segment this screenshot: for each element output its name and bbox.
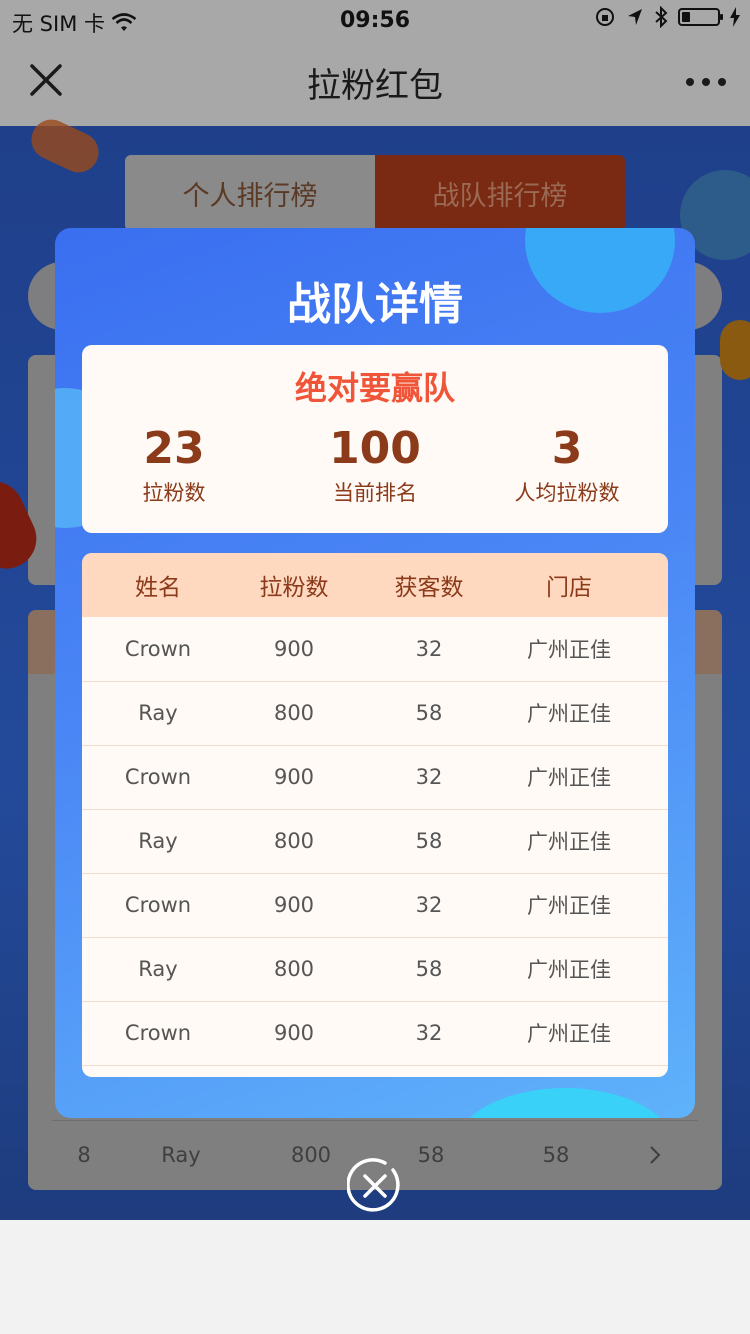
cell-fans: 800 bbox=[273, 829, 315, 853]
cell-customers: 32 bbox=[415, 893, 443, 917]
tab-team-ranking[interactable]: 战队排行榜 bbox=[375, 155, 625, 231]
stat-label: 人均拉粉数 bbox=[514, 481, 620, 505]
row-value: 58 bbox=[542, 1143, 570, 1167]
cell-customers: 32 bbox=[415, 637, 443, 661]
cell-name: Ray bbox=[138, 829, 178, 853]
nav-bar: 拉粉红包 bbox=[0, 40, 750, 126]
cell-store: 广州正佳 bbox=[527, 958, 611, 982]
cell-customers: 58 bbox=[415, 829, 443, 853]
cell-store: 广州正佳 bbox=[527, 894, 611, 918]
row-name: Ray bbox=[161, 1143, 201, 1167]
stat-rank: 100 当前排名 bbox=[285, 423, 465, 507]
cell-store: 广州正佳 bbox=[527, 638, 611, 662]
location-icon bbox=[628, 9, 642, 25]
stat-value: 100 bbox=[329, 423, 421, 474]
table-header: 姓名 拉粉数 获客数 门店 bbox=[82, 553, 668, 617]
team-name: 绝对要赢队 bbox=[294, 369, 455, 407]
column-header-fans: 拉粉数 bbox=[259, 575, 329, 601]
decorative-shape bbox=[720, 320, 750, 380]
cell-customers: 58 bbox=[415, 701, 443, 725]
cell-fans: 900 bbox=[273, 893, 315, 917]
stat-label: 拉粉数 bbox=[142, 481, 206, 505]
stat-label: 当前排名 bbox=[333, 481, 417, 505]
cell-fans: 900 bbox=[273, 637, 315, 661]
team-summary-card: 绝对要赢队 23 拉粉数 100 当前排名 3 人均拉粉数 bbox=[82, 345, 668, 533]
status-bar: 无 SIM 卡 09:56 bbox=[0, 0, 750, 40]
member-table: 姓名 拉粉数 获客数 门店 Crown 900 32 广州正佳 Ray 800 58 广州正佳… bbox=[82, 553, 668, 1077]
cell-customers: 32 bbox=[415, 1021, 443, 1045]
team-detail-modal: 战队详情 绝对要赢队 23 拉粉数 100 当前排名 3 人均拉粉数 姓名 拉粉… bbox=[55, 228, 695, 1118]
tab-personal-ranking[interactable]: 个人排行榜 bbox=[125, 155, 375, 231]
column-header-store: 门店 bbox=[546, 575, 592, 601]
cell-fans: 800 bbox=[273, 701, 315, 725]
charging-icon bbox=[730, 7, 740, 27]
cell-name: Crown bbox=[124, 637, 192, 661]
cell-fans: 900 bbox=[273, 1021, 315, 1045]
cell-customers: 58 bbox=[415, 957, 443, 981]
table-row: Crown 900 32 广州正佳 bbox=[82, 617, 668, 682]
cell-name: Crown bbox=[124, 1021, 192, 1045]
cell-store: 广州正佳 bbox=[527, 766, 611, 790]
column-header-customers: 获客数 bbox=[394, 575, 464, 601]
cell-name: Ray bbox=[138, 701, 178, 725]
stat-average: 3 人均拉粉数 bbox=[477, 423, 657, 507]
cell-store: 广州正佳 bbox=[527, 702, 611, 726]
table-row: Ray 800 58 广州正佳 bbox=[82, 681, 668, 746]
page-title: 拉粉红包 bbox=[307, 66, 443, 106]
stat-value: 3 bbox=[551, 423, 583, 474]
cell-name: Crown bbox=[124, 765, 192, 789]
page-bottom-area bbox=[0, 1220, 750, 1334]
cell-customers: 32 bbox=[415, 765, 443, 789]
cell-name: Ray bbox=[138, 957, 178, 981]
table-row: Crown 900 32 广州正佳 bbox=[82, 1001, 668, 1066]
decorative-bubble bbox=[455, 1088, 675, 1118]
table-row: Ray 800 58 广州正佳 bbox=[82, 809, 668, 874]
chevron-right-icon[interactable] bbox=[648, 1144, 662, 1166]
stat-fans: 23 拉粉数 bbox=[84, 423, 264, 507]
row-rank: 8 bbox=[77, 1143, 91, 1167]
more-icon[interactable] bbox=[686, 78, 726, 86]
close-circle-icon[interactable] bbox=[347, 1158, 403, 1214]
cell-store: 广州正佳 bbox=[527, 830, 611, 854]
cell-fans: 900 bbox=[273, 765, 315, 789]
table-row: Crown 900 32 广州正佳 bbox=[82, 745, 668, 810]
bluetooth-icon bbox=[655, 6, 668, 28]
cell-store: 广州正佳 bbox=[527, 1022, 611, 1046]
modal-title: 战队详情 bbox=[287, 279, 463, 330]
table-row: Crown 900 32 广州正佳 bbox=[82, 873, 668, 938]
ranking-tabs: 个人排行榜 战队排行榜 bbox=[125, 155, 625, 231]
cell-name: Crown bbox=[124, 893, 192, 917]
battery-icon bbox=[678, 8, 723, 26]
column-header-name: 姓名 bbox=[135, 575, 181, 601]
status-right bbox=[594, 6, 740, 28]
orientation-lock-icon bbox=[596, 8, 614, 26]
table-row: Ray 800 58 广州正佳 bbox=[82, 937, 668, 1002]
cell-fans: 800 bbox=[273, 957, 315, 981]
stat-value: 23 bbox=[143, 423, 205, 474]
